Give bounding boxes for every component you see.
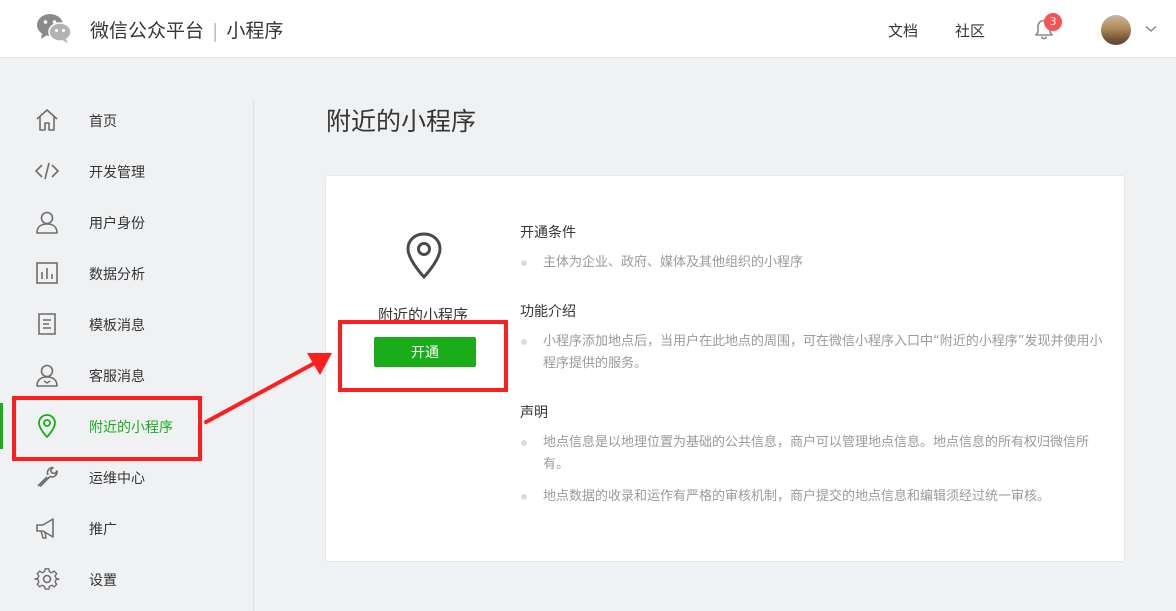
sidebar-item-user-identity[interactable]: 用户身份 [0, 199, 252, 245]
page-title: 附近的小程序 [326, 107, 477, 136]
customer-service-icon [36, 364, 58, 387]
megaphone-icon [36, 518, 54, 539]
sidebar-item-label: 推广 [89, 522, 117, 538]
active-indicator [0, 403, 3, 449]
chevron-down-icon[interactable] [1145, 25, 1157, 33]
sidebar-item-dev-management[interactable]: 开发管理 [0, 148, 252, 194]
bullet-dot [521, 494, 527, 500]
sidebar-item-label: 数据分析 [89, 267, 145, 283]
brand-separator: | [212, 20, 219, 42]
sidebar-item-promotion[interactable]: 推广 [0, 505, 252, 551]
section-title-conditions: 开通条件 [520, 225, 576, 241]
sidebar-item-template-message[interactable]: 模板消息 [0, 301, 252, 347]
sidebar-item-ops-center[interactable]: 运维中心 [0, 454, 252, 500]
brand-name: 微信公众平台 [90, 20, 205, 42]
product-name: 小程序 [226, 20, 284, 42]
section-title-intro: 功能介绍 [520, 304, 576, 320]
bullet-dot [521, 339, 527, 345]
wechat-logo-icon[interactable] [36, 12, 72, 44]
bullet-dot [521, 440, 527, 446]
code-icon [34, 162, 60, 180]
sidebar-item-label: 附近的小程序 [89, 420, 173, 436]
sidebar-divider [253, 100, 254, 611]
statement-text-2: 地点数据的收录和运作有严格的审核机制，商户提交的地点信息和编辑须经过统一审核。 [543, 489, 1051, 504]
location-pin-icon [406, 232, 442, 279]
sidebar-item-label: 首页 [89, 114, 117, 130]
statement-text-1: 地点信息是以地理位置为基础的公共信息，商户可以管理地点信息。地点信息的所有权归微… [543, 435, 1090, 472]
enable-button[interactable]: 开通 [374, 337, 476, 367]
sidebar-item-settings[interactable]: 设置 [0, 556, 252, 602]
home-icon [36, 109, 58, 131]
sidebar-item-data-analysis[interactable]: 数据分析 [0, 250, 252, 296]
section-title-statement: 声明 [520, 405, 548, 421]
notification-badge: 3 [1044, 13, 1062, 31]
intro-text: 小程序添加地点后，当用户在此地点的周围，可在微信小程序入口中“附近的小程序”发现… [543, 334, 1103, 371]
docs-link[interactable]: 文档 [888, 20, 918, 41]
community-link[interactable]: 社区 [955, 20, 985, 41]
avatar[interactable] [1101, 15, 1131, 45]
user-icon [36, 211, 58, 234]
sidebar-item-label: 模板消息 [89, 318, 145, 334]
sidebar-item-home[interactable]: 首页 [0, 97, 252, 143]
feature-name: 附近的小程序 [378, 306, 469, 324]
sidebar-item-nearby-miniprogram[interactable]: 附近的小程序 [0, 403, 252, 449]
sidebar-item-label: 设置 [89, 573, 117, 589]
sidebar-item-label: 用户身份 [89, 216, 145, 232]
location-pin-icon [38, 414, 56, 438]
sidebar-item-label: 运维中心 [89, 471, 145, 487]
sidebar-item-label: 开发管理 [89, 165, 145, 181]
gear-icon [34, 568, 60, 590]
chart-icon [36, 262, 58, 284]
bullet-dot [521, 260, 527, 266]
sidebar-item-customer-service[interactable]: 客服消息 [0, 352, 252, 398]
wrench-icon [37, 466, 58, 488]
brand-title[interactable]: 微信公众平台 | 小程序 [90, 16, 283, 43]
top-header: 微信公众平台 | 小程序 文档 社区 3 [0, 0, 1176, 58]
document-icon [38, 313, 56, 335]
condition-text: 主体为企业、政府、媒体及其他组织的小程序 [543, 255, 804, 270]
sidebar-item-label: 客服消息 [89, 369, 145, 385]
